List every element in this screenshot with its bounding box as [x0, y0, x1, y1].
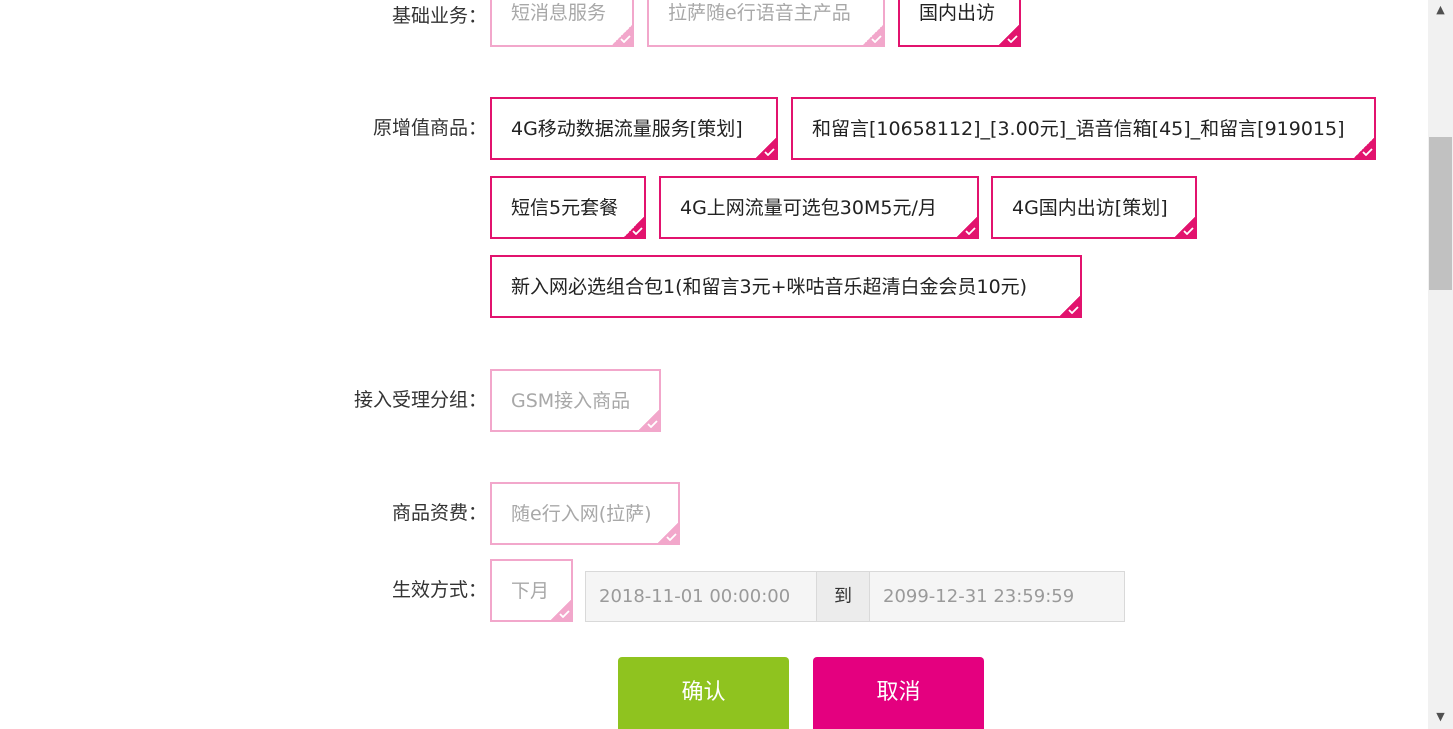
product-order-form: 基础业务： 短消息服务 拉萨随e行语音主产品 国内出访 原增值商品： 4G移动数…	[0, 0, 1453, 729]
vas-option-4g-domestic-visit[interactable]: 4G国内出访[策划]	[991, 176, 1197, 239]
check-corner-icon	[639, 410, 659, 430]
confirm-button[interactable]: 确认	[618, 657, 789, 729]
effective-mode-option-label: 下月	[511, 580, 550, 602]
check-corner-icon	[624, 217, 644, 237]
cancel-button[interactable]: 取消	[813, 657, 984, 729]
check-corner-icon	[658, 523, 678, 543]
access-group-option-label: GSM接入商品	[511, 390, 631, 412]
vas-option-4g-data-label: 4G移动数据流量服务[策划]	[511, 118, 743, 140]
check-corner-icon	[863, 25, 883, 45]
tariff-option-label: 随e行入网(拉萨)	[511, 503, 652, 525]
basic-business-label: 基础业务：	[391, 5, 487, 27]
vas-option-voicemail-label: 和留言[10658112]_[3.00元]_语音信箱[45]_和留言[91901…	[812, 118, 1345, 140]
access-group-option[interactable]: GSM接入商品	[490, 369, 661, 432]
access-group-label: 接入受理分组：	[353, 389, 487, 411]
chevron-up-icon[interactable]: ▲	[1429, 0, 1452, 20]
vas-option-4g-optional-pack[interactable]: 4G上网流量可选包30M5元/月	[659, 176, 979, 239]
vas-products-label: 原增值商品：	[372, 117, 487, 139]
effective-date-range: 2018-11-01 00:00:00 到 2099-12-31 23:59:5…	[585, 571, 1125, 622]
effective-mode-option[interactable]: 下月	[490, 559, 573, 622]
vas-option-4g-optional-pack-label: 4G上网流量可选包30M5元/月	[680, 197, 937, 219]
basic-option-voice-main[interactable]: 拉萨随e行语音主产品	[647, 0, 885, 47]
basic-option-sms-label: 短消息服务	[511, 2, 607, 24]
vas-option-4g-domestic-visit-label: 4G国内出访[策划]	[1012, 197, 1168, 219]
check-corner-icon	[756, 138, 776, 158]
vertical-scrollbar[interactable]	[1428, 0, 1453, 729]
end-date-field[interactable]: 2099-12-31 23:59:59	[870, 572, 1124, 621]
tariff-label: 商品资费：	[391, 502, 487, 524]
basic-option-sms[interactable]: 短消息服务	[490, 0, 634, 47]
vas-option-voicemail[interactable]: 和留言[10658112]_[3.00元]_语音信箱[45]_和留言[91901…	[791, 97, 1376, 160]
date-range-separator: 到	[816, 572, 870, 621]
vas-option-new-network-bundle[interactable]: 新入网必选组合包1(和留言3元+咪咕音乐超清白金会员10元)	[490, 255, 1082, 318]
vas-option-new-network-bundle-label: 新入网必选组合包1(和留言3元+咪咕音乐超清白金会员10元)	[511, 276, 1028, 298]
check-corner-icon	[957, 217, 977, 237]
basic-option-domestic-visit[interactable]: 国内出访	[898, 0, 1021, 47]
chevron-down-icon[interactable]: ▼	[1429, 707, 1452, 727]
start-date-field[interactable]: 2018-11-01 00:00:00	[586, 572, 816, 621]
check-corner-icon	[612, 25, 632, 45]
check-corner-icon	[999, 25, 1019, 45]
check-corner-icon	[551, 600, 571, 620]
vas-option-sms-package-label: 短信5元套餐	[511, 197, 619, 219]
vas-option-sms-package[interactable]: 短信5元套餐	[490, 176, 646, 239]
tariff-option[interactable]: 随e行入网(拉萨)	[490, 482, 680, 545]
check-corner-icon	[1354, 138, 1374, 158]
basic-option-domestic-visit-label: 国内出访	[919, 2, 996, 24]
vas-option-4g-data[interactable]: 4G移动数据流量服务[策划]	[490, 97, 778, 160]
scrollbar-thumb[interactable]	[1429, 137, 1452, 290]
check-corner-icon	[1060, 296, 1080, 316]
check-corner-icon	[1175, 217, 1195, 237]
effective-mode-label: 生效方式：	[391, 579, 487, 601]
basic-option-voice-main-label: 拉萨随e行语音主产品	[668, 2, 851, 24]
